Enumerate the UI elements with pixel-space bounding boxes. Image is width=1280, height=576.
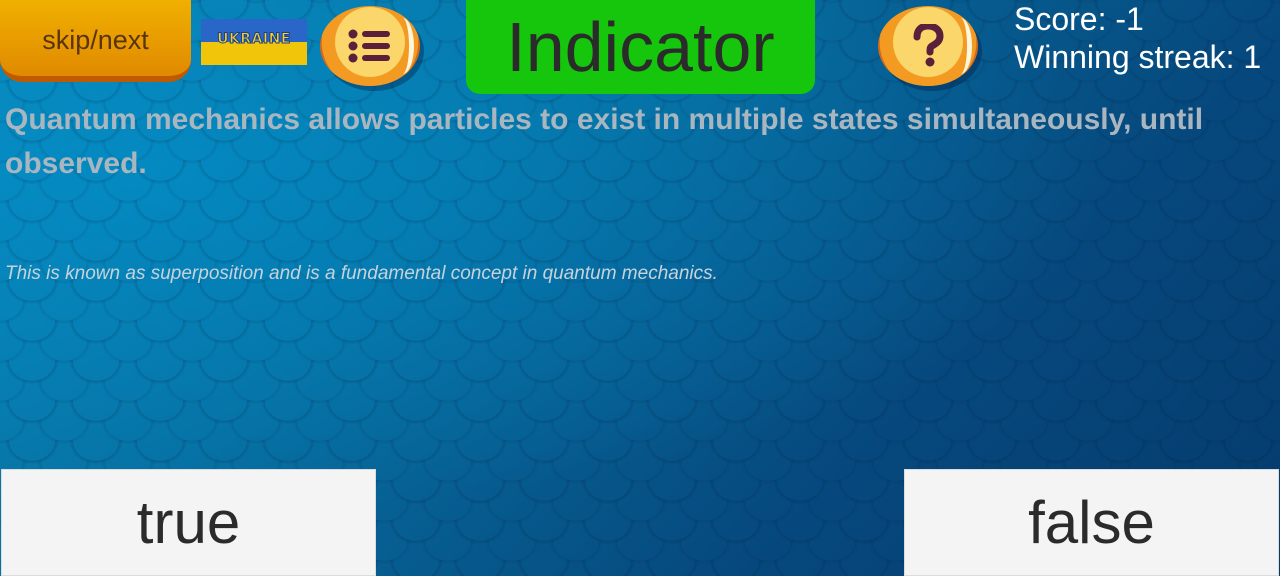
false-button-label: false bbox=[1028, 489, 1155, 556]
question-statement: Quantum mechanics allows particles to ex… bbox=[5, 103, 1204, 180]
question-explanation: This is known as superposition and is a … bbox=[5, 263, 718, 284]
indicator-banner: Indicator bbox=[466, 0, 815, 94]
ukraine-flag[interactable]: UKRAINE bbox=[201, 19, 307, 65]
menu-button[interactable] bbox=[320, 6, 420, 86]
indicator-title: Indicator bbox=[506, 8, 775, 86]
winning-streak-text: Winning streak: 1 bbox=[1014, 39, 1262, 75]
false-button[interactable]: false bbox=[904, 469, 1279, 576]
skip-next-button[interactable]: skip/next bbox=[0, 0, 191, 82]
score-panel: Score: -1 Winning streak: 1 bbox=[1014, 0, 1261, 76]
button-highlight bbox=[949, 18, 972, 74]
true-button-label: true bbox=[136, 489, 241, 556]
question-icon bbox=[913, 24, 944, 67]
list-icon bbox=[348, 29, 390, 63]
score-text: Score: -1 bbox=[1014, 1, 1144, 37]
skip-next-label: skip/next bbox=[42, 24, 149, 55]
button-highlight bbox=[391, 18, 414, 74]
help-button[interactable] bbox=[878, 6, 978, 86]
flag-label: UKRAINE bbox=[217, 31, 291, 48]
true-button[interactable]: true bbox=[1, 469, 376, 576]
